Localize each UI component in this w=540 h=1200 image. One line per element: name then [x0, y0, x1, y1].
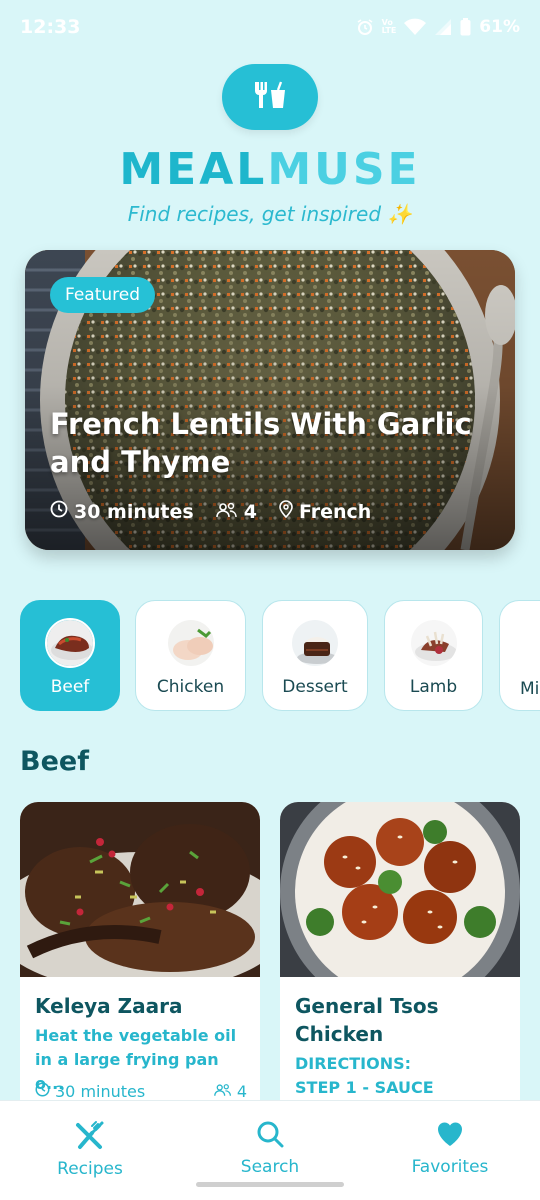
status-bar: 12:33 Vo LTE 61% — [0, 0, 540, 54]
app-title: MEALMUSE — [0, 144, 540, 195]
search-icon — [255, 1119, 285, 1153]
recipe-time: 30 minutes — [35, 1082, 145, 1101]
category-dessert-image — [290, 618, 340, 668]
featured-badge: Featured — [50, 277, 156, 313]
featured-servings-label: 4 — [243, 500, 257, 523]
clock-icon — [35, 1082, 50, 1101]
recipe-card-keleya-zaara[interactable]: Keleya Zaara Heat the vegetable oil in a… — [20, 802, 260, 1122]
section-title: Beef — [20, 746, 89, 777]
featured-time-label: 30 minutes — [74, 500, 194, 523]
clock-icon — [50, 500, 68, 523]
people-icon — [213, 1082, 232, 1101]
category-dessert[interactable]: Dessert — [262, 600, 368, 711]
recipe-name: Keleya Zaara — [35, 994, 183, 1018]
featured-recipe-card[interactable]: Featured French Lentils With Garlic and … — [25, 250, 515, 550]
home-indicator[interactable] — [196, 1182, 344, 1187]
category-beef[interactable]: Beef — [20, 600, 120, 711]
battery-percent: 61% — [479, 17, 520, 37]
tagline: Find recipes, get inspired ✨ — [127, 202, 413, 226]
signal-icon — [434, 18, 452, 36]
nav-search[interactable]: Search — [210, 1119, 330, 1177]
people-icon — [215, 501, 238, 523]
category-chicken-image — [165, 618, 216, 668]
nav-recipes-label: Recipes — [57, 1159, 123, 1179]
category-lamb-label: Lamb — [409, 677, 458, 697]
location-pin-icon — [279, 500, 293, 523]
recipe-photo — [20, 802, 260, 977]
alarm-icon — [356, 18, 374, 36]
app-title-part1: MEAL — [119, 144, 268, 195]
category-lamb[interactable]: Lamb — [384, 600, 483, 711]
category-beef-image — [45, 618, 95, 668]
category-dessert-label: Dessert — [282, 677, 348, 697]
category-misc-label: Mi — [520, 679, 540, 699]
status-time: 12:33 — [20, 16, 81, 38]
recipe-servings: 4 — [213, 1082, 247, 1101]
recipe-servings-label: 4 — [236, 1082, 247, 1101]
battery-icon — [460, 18, 471, 36]
featured-cuisine: French — [279, 500, 371, 523]
recipe-photo — [280, 802, 520, 977]
wifi-icon — [404, 18, 427, 36]
logo-badge — [222, 64, 318, 130]
nav-search-label: Search — [240, 1157, 300, 1177]
featured-cuisine-label: French — [298, 500, 372, 523]
volte-icon: Vo LTE — [381, 18, 397, 35]
category-beef-label: Beef — [50, 677, 90, 697]
recipe-card-general-tsos-chicken[interactable]: General Tsos Chicken DIRECTIONS: STEP 1 … — [280, 802, 520, 1122]
featured-title: French Lentils With Garlic and Thyme — [50, 407, 472, 479]
category-misc[interactable]: Mi — [499, 600, 540, 711]
featured-time: 30 minutes — [50, 500, 194, 523]
heart-icon — [435, 1119, 465, 1153]
utensils-icon — [252, 80, 288, 114]
category-chicken[interactable]: Chicken — [135, 600, 246, 711]
nav-recipes[interactable]: Recipes — [30, 1119, 150, 1179]
app-title-part2: MUSE — [267, 144, 421, 195]
utensils-crossed-icon — [74, 1119, 106, 1155]
recipe-time-label: 30 minutes — [55, 1082, 146, 1101]
recipe-name: General Tsos Chicken — [295, 994, 439, 1046]
recipe-meta: 30 minutes 4 — [35, 1082, 247, 1101]
featured-servings: 4 — [215, 500, 257, 523]
nav-favorites[interactable]: Favorites — [390, 1119, 510, 1177]
nav-favorites-label: Favorites — [411, 1157, 489, 1177]
featured-meta: 30 minutes 4 French — [50, 500, 393, 523]
category-lamb-image — [408, 618, 459, 668]
status-icons: Vo LTE 61% — [356, 17, 520, 37]
category-chicken-label: Chicken — [156, 677, 225, 697]
